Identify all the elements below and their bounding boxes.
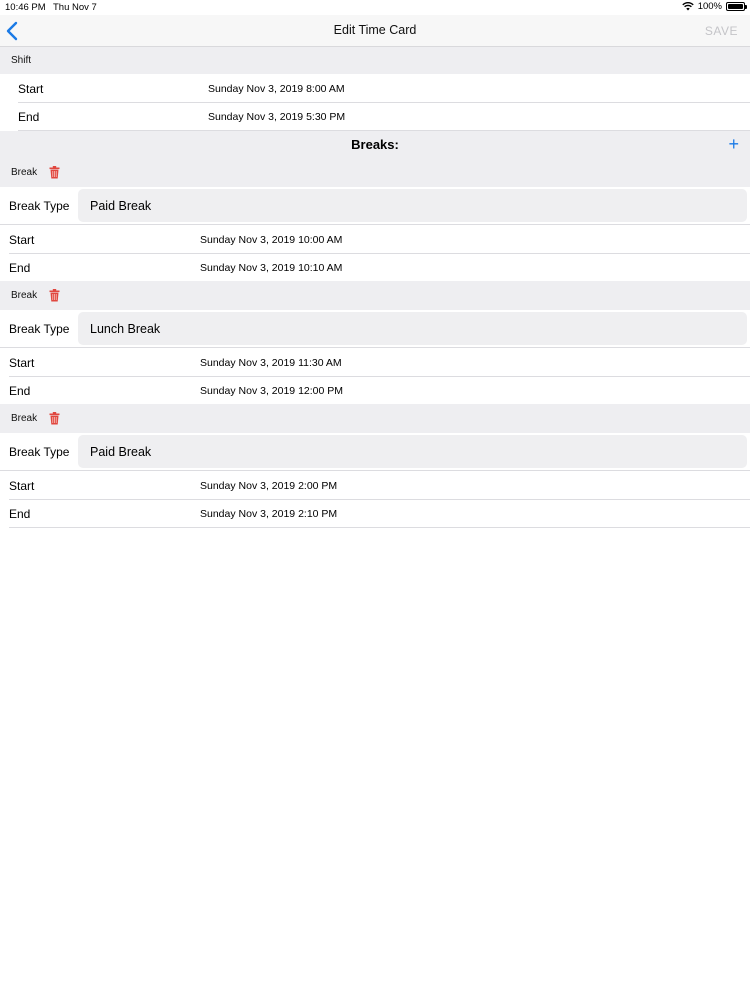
trash-icon[interactable] xyxy=(49,166,60,179)
break-section-header: Break xyxy=(0,281,750,310)
shift-end-label: End xyxy=(18,110,40,124)
shift-end-row[interactable]: End Sunday Nov 3, 2019 5:30 PM xyxy=(18,103,750,131)
break-end-label: End xyxy=(9,261,31,275)
shift-start-value: Sunday Nov 3, 2019 8:00 AM xyxy=(208,83,345,95)
break-start-row[interactable]: Start Sunday Nov 3, 2019 11:30 AM xyxy=(9,349,750,377)
break-type-row: Break Type Lunch Break xyxy=(0,310,750,348)
break-end-label: End xyxy=(9,384,31,398)
break-header-label: Break xyxy=(11,290,38,301)
break-end-label: End xyxy=(9,507,31,521)
break-type-label: Break Type xyxy=(9,322,70,336)
breaks-title: Breaks: xyxy=(351,137,399,152)
break-type-field[interactable]: Paid Break xyxy=(78,435,747,468)
break-type-value: Paid Break xyxy=(90,199,152,213)
shift-section-header: Shift xyxy=(0,47,750,74)
break-section-header: Break xyxy=(0,158,750,187)
status-date: Thu Nov 7 xyxy=(53,2,97,13)
break-type-label: Break Type xyxy=(9,445,70,459)
break-type-value: Paid Break xyxy=(90,445,152,459)
breaks-header: Breaks: + xyxy=(0,131,750,158)
wifi-icon xyxy=(681,2,694,11)
status-bar: 10:46 PM Thu Nov 7 100% xyxy=(0,0,750,15)
battery-percent: 100% xyxy=(697,1,722,12)
shift-header-label: Shift xyxy=(11,55,32,66)
trash-icon[interactable] xyxy=(49,289,60,302)
break-start-value: Sunday Nov 3, 2019 11:30 AM xyxy=(200,357,342,369)
break-start-label: Start xyxy=(9,479,35,493)
break-section-header: Break xyxy=(0,404,750,433)
break-header-label: Break xyxy=(11,167,38,178)
break-type-row: Break Type Paid Break xyxy=(0,187,750,225)
plus-icon: + xyxy=(728,134,739,154)
trash-icon[interactable] xyxy=(49,412,60,425)
battery-icon xyxy=(726,2,747,11)
break-type-field[interactable]: Paid Break xyxy=(78,189,747,222)
break-end-row[interactable]: End Sunday Nov 3, 2019 12:00 PM xyxy=(9,377,750,405)
break-end-row[interactable]: End Sunday Nov 3, 2019 2:10 PM xyxy=(9,500,750,528)
break-start-row[interactable]: Start Sunday Nov 3, 2019 2:00 PM xyxy=(9,472,750,500)
break-type-row: Break Type Paid Break xyxy=(0,433,750,471)
break-start-value: Sunday Nov 3, 2019 10:00 AM xyxy=(200,234,343,246)
break-end-row[interactable]: End Sunday Nov 3, 2019 10:10 AM xyxy=(9,254,750,282)
break-start-label: Start xyxy=(9,356,35,370)
navigation-bar: Edit Time Card SAVE xyxy=(0,15,750,47)
break-type-field[interactable]: Lunch Break xyxy=(78,312,747,345)
shift-start-row[interactable]: Start Sunday Nov 3, 2019 8:00 AM xyxy=(18,75,750,103)
status-right: 100% xyxy=(681,1,747,12)
break-start-label: Start xyxy=(9,233,35,247)
break-start-value: Sunday Nov 3, 2019 2:00 PM xyxy=(200,480,338,492)
save-button[interactable]: SAVE xyxy=(705,24,738,38)
break-type-label: Break Type xyxy=(9,199,70,213)
break-end-value: Sunday Nov 3, 2019 2:10 PM xyxy=(200,508,338,520)
break-start-row[interactable]: Start Sunday Nov 3, 2019 10:00 AM xyxy=(9,226,750,254)
add-break-button[interactable]: + xyxy=(728,135,739,153)
break-end-value: Sunday Nov 3, 2019 12:00 PM xyxy=(200,385,344,397)
page-title: Edit Time Card xyxy=(333,23,417,37)
shift-start-label: Start xyxy=(18,82,44,96)
status-time: 10:46 PM xyxy=(5,2,46,13)
break-type-value: Lunch Break xyxy=(90,322,161,336)
shift-end-value: Sunday Nov 3, 2019 5:30 PM xyxy=(208,111,346,123)
break-header-label: Break xyxy=(11,413,38,424)
break-end-value: Sunday Nov 3, 2019 10:10 AM xyxy=(200,262,343,274)
